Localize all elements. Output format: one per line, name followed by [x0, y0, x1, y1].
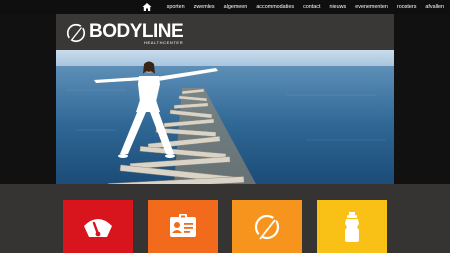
nav-item-evenementen[interactable]: evenementen [355, 0, 388, 14]
tile-hydration[interactable] [317, 200, 387, 253]
woman-yoga-pose-on-wooden-pier-photo [56, 50, 394, 184]
brand-name: BODYLINE [89, 20, 184, 42]
home-icon[interactable] [142, 2, 152, 12]
brand-tagline: HEALTHCENTER [144, 39, 184, 45]
brand-wordmark: BODYLINE HEALTHCENTER [89, 20, 184, 45]
top-navigation-bar: sporten zwemles algemeen accommodaties c… [0, 0, 450, 14]
bodyline-logo-icon [66, 23, 86, 43]
bodyline-logo-icon [254, 214, 280, 240]
id-card-icon [170, 213, 196, 237]
tile-scale[interactable] [63, 200, 133, 253]
nav-item-nieuws[interactable]: nieuws [329, 0, 346, 14]
tile-bodyline[interactable] [232, 200, 302, 253]
brand-logo[interactable]: BODYLINE HEALTHCENTER [65, 20, 184, 46]
nav-item-accommodaties[interactable]: accommodaties [256, 0, 294, 14]
nav-item-algemeen[interactable]: algemeen [224, 0, 248, 14]
nav-item-sporten[interactable]: sporten [167, 0, 185, 14]
scale-gauge-icon [84, 218, 112, 237]
tile-membership-card[interactable] [148, 200, 218, 253]
nav-item-zwemles[interactable]: zwemles [194, 0, 215, 14]
water-bottle-icon [345, 211, 359, 242]
nav-item-afvallen[interactable]: afvallen [425, 0, 444, 14]
main-navigation: sporten zwemles algemeen accommodaties c… [142, 0, 444, 14]
hero-image [56, 50, 394, 184]
nav-item-roosters[interactable]: roosters [397, 0, 416, 14]
nav-item-contact[interactable]: contact [303, 0, 320, 14]
